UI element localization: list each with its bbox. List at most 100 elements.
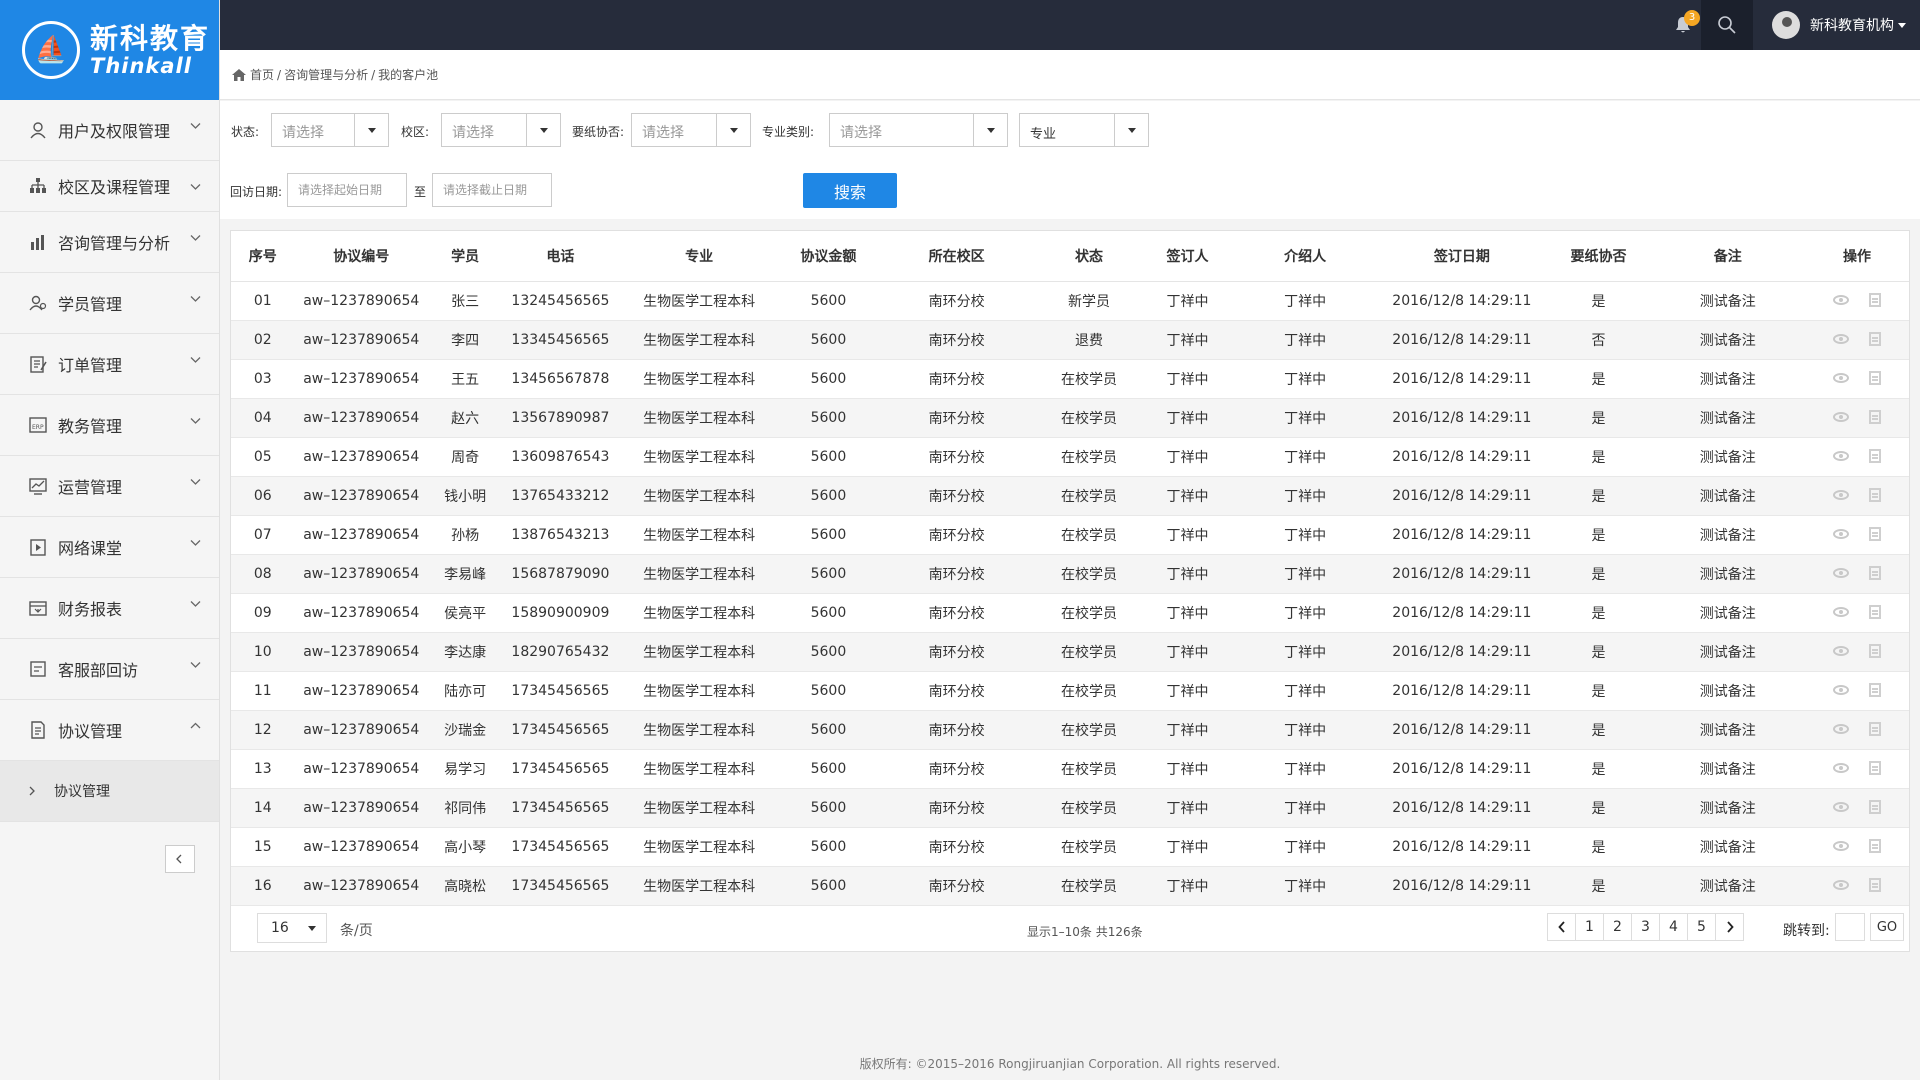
sidebar-item[interactable]: 运营管理 (0, 456, 219, 517)
sidebar-subitem-label: 协议管理 (54, 784, 110, 800)
user-menu[interactable]: 新科教育机构 (1772, 0, 1906, 50)
sidebar-item[interactable]: 用户及权限管理 (0, 100, 219, 161)
go-button[interactable]: GO (1870, 913, 1904, 941)
table-row[interactable]: 15 aw–1237890654 高小琴 17345456565 生物医学工程本科 560… (231, 827, 1909, 867)
logo[interactable]: ⛵ 新科教育 Thinkall (0, 0, 219, 100)
table-row[interactable]: 08 aw–1237890654 李易峰 15687879090 生物医学工程本科 560… (231, 554, 1909, 594)
view-icon[interactable] (1833, 840, 1850, 851)
view-icon[interactable] (1833, 606, 1850, 617)
sidebar-item-label: 教务管理 (58, 417, 123, 436)
search-button[interactable] (1701, 0, 1753, 50)
view-icon[interactable] (1833, 411, 1850, 422)
edit-document-icon[interactable] (1869, 448, 1882, 463)
edit-document-icon[interactable] (1869, 760, 1882, 775)
page-link[interactable]: 3 (1631, 913, 1660, 941)
paper-agreement-select-value: 请选择 (642, 125, 684, 141)
table-cell: 测试备注 (1650, 671, 1806, 711)
paper-agreement-select[interactable]: 请选择 (631, 113, 751, 147)
sidebar-item[interactable]: 订单管理 (0, 334, 219, 395)
view-icon[interactable] (1833, 762, 1850, 773)
table-row[interactable]: 14 aw–1237890654 祁同伟 17345456565 生物医学工程本科 560… (231, 788, 1909, 828)
table-row[interactable]: 04 aw–1237890654 赵六 13567890987 生物医学工程本科 5600… (231, 398, 1909, 438)
view-icon[interactable] (1833, 372, 1850, 383)
table-row[interactable]: 13 aw–1237890654 易学习 17345456565 生物医学工程本科 560… (231, 749, 1909, 789)
sidebar-item[interactable]: 校区及课程管理 (0, 161, 219, 212)
table-row[interactable]: 05 aw–1237890654 周奇 13609876543 生物医学工程本科 5600… (231, 437, 1909, 477)
page-link[interactable]: 4 (1659, 913, 1688, 941)
table-cell: 丁祥中 (1233, 866, 1378, 906)
table-row[interactable]: 11 aw–1237890654 陆亦可 17345456565 生物医学工程本科 560… (231, 671, 1909, 711)
edit-document-icon[interactable] (1869, 487, 1882, 502)
sidebar-item[interactable]: 咨询管理与分析 (0, 212, 219, 273)
edit-document-icon[interactable] (1869, 799, 1882, 814)
campus-select[interactable]: 请选择 (441, 113, 561, 147)
edit-document-icon[interactable] (1869, 565, 1882, 580)
table-cell: 生物医学工程本科 (618, 398, 780, 438)
edit-document-icon[interactable] (1869, 604, 1882, 619)
sidebar-item[interactable]: 网络课堂 (0, 517, 219, 578)
table-row[interactable]: 03 aw–1237890654 王五 13456567878 生物医学工程本科 5600… (231, 359, 1909, 399)
start-date-input[interactable]: 请选择起始日期 (287, 173, 407, 207)
sidebar-item[interactable]: 客服部回访 (0, 639, 219, 700)
edit-document-icon[interactable] (1869, 643, 1882, 658)
end-date-input[interactable]: 请选择截止日期 (432, 173, 552, 207)
edit-document-icon[interactable] (1869, 526, 1882, 541)
page-link[interactable]: 2 (1603, 913, 1632, 941)
view-icon[interactable] (1833, 879, 1850, 890)
page-size-select[interactable]: 16 (257, 913, 327, 943)
status-label: 状态: (231, 125, 260, 139)
table-row[interactable]: 02 aw–1237890654 李四 13345456565 生物医学工程本科 5600… (231, 320, 1909, 360)
table-cell: 14 (231, 788, 295, 828)
edit-document-icon[interactable] (1869, 838, 1882, 853)
edit-document-icon[interactable] (1869, 682, 1882, 697)
table-row[interactable]: 16 aw–1237890654 高晓松 17345456565 生物医学工程本科 560… (231, 866, 1909, 906)
table-row[interactable]: 09 aw–1237890654 侯亮平 15890900909 生物医学工程本科 560… (231, 593, 1909, 633)
view-icon[interactable] (1833, 801, 1850, 812)
edit-document-icon[interactable] (1869, 409, 1882, 424)
next-page-button[interactable] (1715, 913, 1744, 941)
table-row[interactable]: 10 aw–1237890654 李达康 18290765432 生物医学工程本科 560… (231, 632, 1909, 672)
breadcrumb-consult[interactable]: 咨询管理与分析 (284, 66, 368, 83)
table-row[interactable]: 01 aw–1237890654 张三 13245456565 生物医学工程本科 5600… (231, 281, 1909, 321)
prev-page-button[interactable] (1547, 913, 1576, 941)
view-icon[interactable] (1833, 489, 1850, 500)
sidebar-item[interactable]: 学员管理 (0, 273, 219, 334)
table-cell: 生物医学工程本科 (618, 320, 780, 360)
view-icon[interactable] (1833, 528, 1850, 539)
column-header: 签订日期 (1377, 231, 1547, 282)
sidebar-item[interactable]: ERP 教务管理 (0, 395, 219, 456)
view-icon[interactable] (1833, 333, 1850, 344)
edit-document-icon[interactable] (1869, 370, 1882, 385)
sidebar-item[interactable]: 财务报表 (0, 578, 219, 639)
caret-down-icon (1114, 114, 1148, 146)
view-icon[interactable] (1833, 450, 1850, 461)
major-select[interactable]: 专业 (1019, 113, 1149, 147)
edit-document-icon[interactable] (1869, 721, 1882, 736)
status-select[interactable]: 请选择 (271, 113, 389, 147)
table-cell: 是 (1546, 554, 1651, 594)
table-row[interactable]: 07 aw–1237890654 孙杨 13876543213 生物医学工程本科 5600… (231, 515, 1909, 555)
page-link[interactable]: 1 (1575, 913, 1604, 941)
search-submit-button[interactable]: 搜索 (803, 173, 897, 208)
table-cell: 丁祥中 (1141, 515, 1234, 555)
bar-chart-icon (28, 232, 48, 252)
sidebar-subitem-agreement[interactable]: 协议管理 (0, 761, 219, 822)
table-row[interactable]: 06 aw–1237890654 钱小明 13765433212 生物医学工程本科 560… (231, 476, 1909, 516)
major-type-select[interactable]: 请选择 (829, 113, 1008, 147)
edit-document-icon[interactable] (1869, 292, 1882, 307)
table-row[interactable]: 12 aw–1237890654 沙瑞金 17345456565 生物医学工程本科 560… (231, 710, 1909, 750)
actions-cell (1805, 671, 1909, 711)
view-icon[interactable] (1833, 723, 1850, 734)
sidebar-item[interactable]: 协议管理 (0, 700, 219, 761)
view-icon[interactable] (1833, 684, 1850, 695)
breadcrumb-home[interactable]: 首页 (250, 66, 274, 83)
view-icon[interactable] (1833, 567, 1850, 578)
table-cell: 13345456565 (502, 320, 619, 360)
edit-document-icon[interactable] (1869, 331, 1882, 346)
jump-to-input[interactable] (1835, 913, 1865, 941)
collapse-sidebar-button[interactable] (165, 845, 195, 873)
view-icon[interactable] (1833, 645, 1850, 656)
view-icon[interactable] (1833, 294, 1850, 305)
page-link[interactable]: 5 (1687, 913, 1716, 941)
edit-document-icon[interactable] (1869, 877, 1882, 892)
